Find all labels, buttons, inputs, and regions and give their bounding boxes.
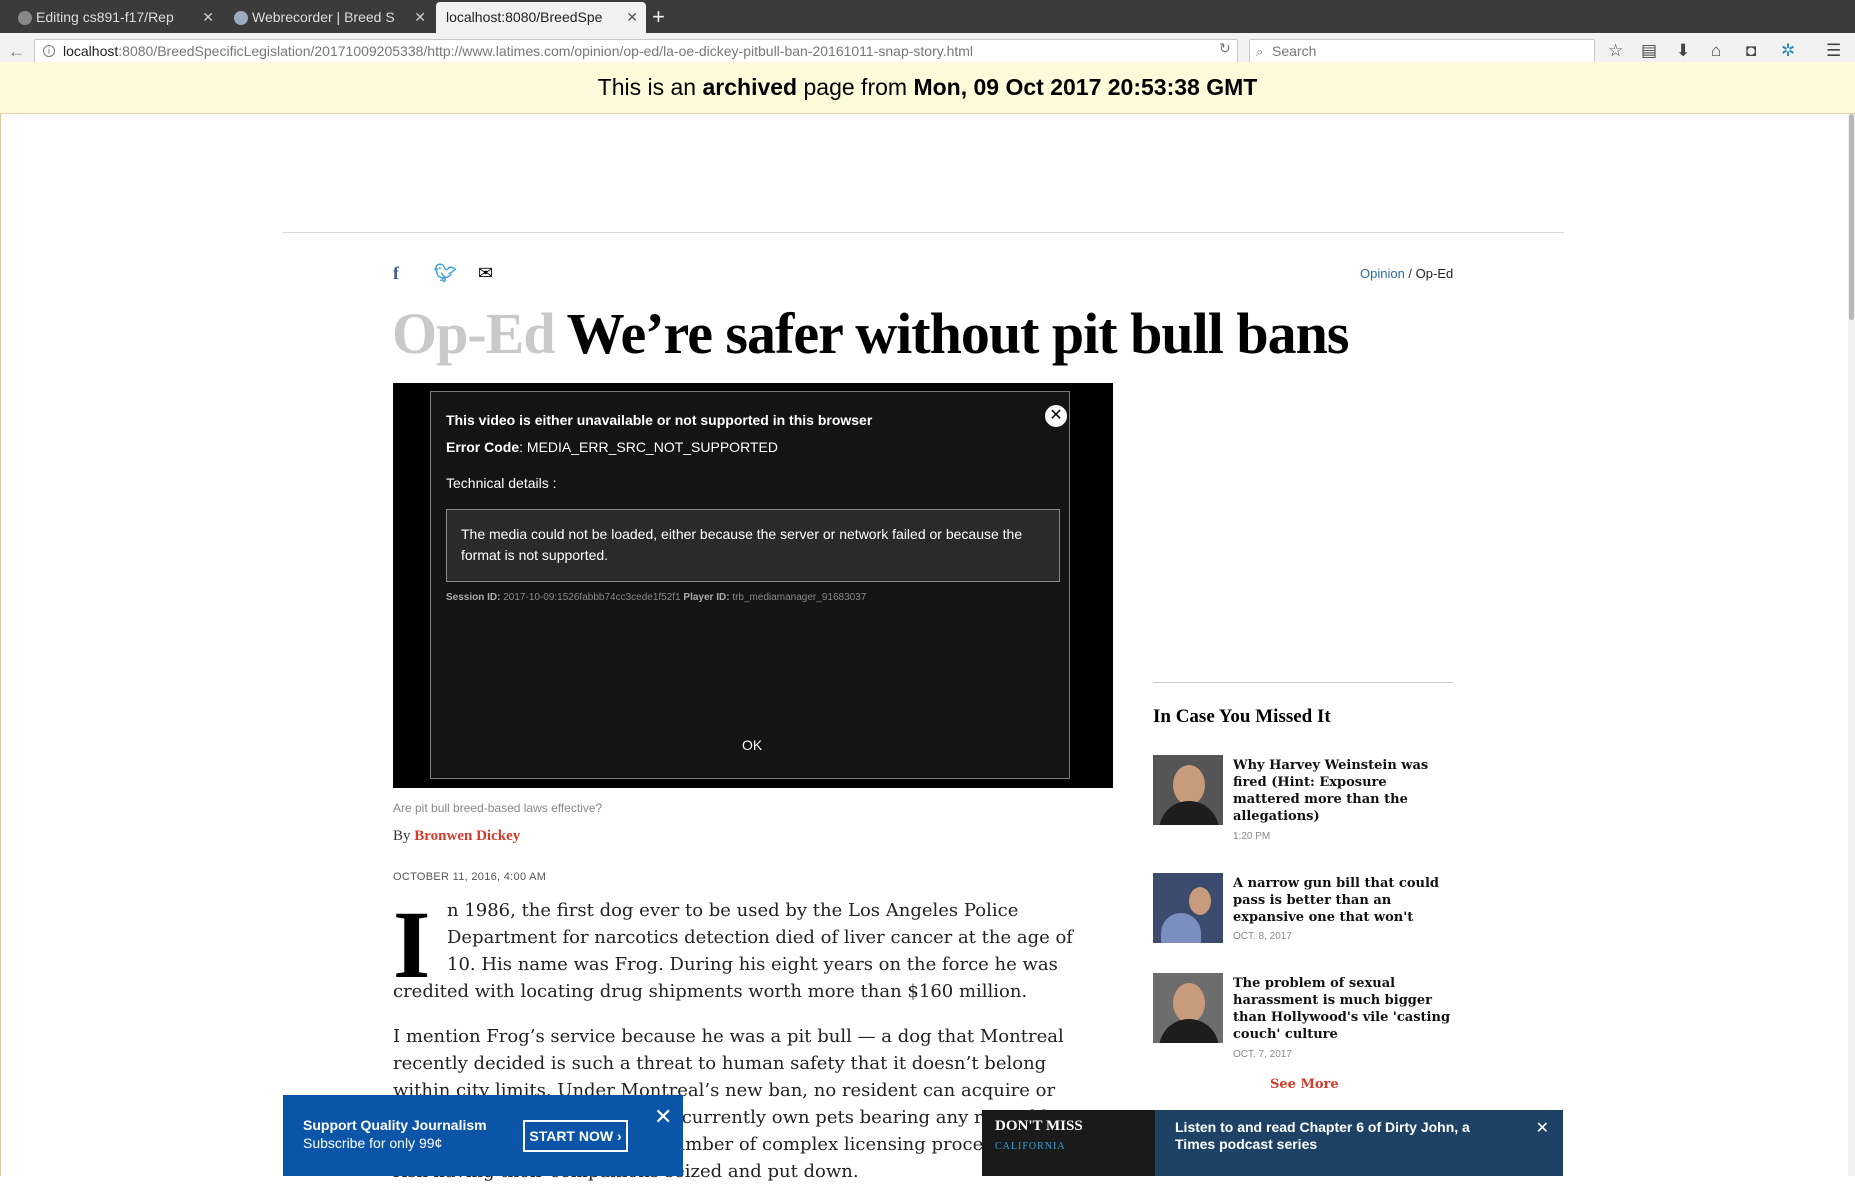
browser-tab-bar: Editing cs891-f17/Rep ✕ Webrecorder | Br… [0,0,1855,33]
story-title[interactable]: The problem of sexual harassment is much… [1233,975,1451,1043]
sidebar-divider [1153,682,1453,683]
close-tab-icon[interactable]: ✕ [202,2,214,33]
dont-miss-promo[interactable]: Listen to and read Chapter 6 of Dirty Jo… [1155,1110,1563,1176]
scrollbar-thumb[interactable] [1849,114,1854,320]
headline-text: We’re safer without pit bull bans [566,301,1350,366]
download-icon[interactable]: ⬇ [1676,41,1690,61]
chevron-right-icon [1135,1110,1155,1176]
video-player[interactable]: This video is either unavailable or not … [393,383,1113,788]
author-link[interactable]: Bronwen Dickey [414,828,520,844]
github-icon [18,11,32,25]
archive-banner: This is an archived page from Mon, 09 Oc… [0,62,1855,114]
menu-icon[interactable]: ☰ [1826,41,1841,61]
new-tab-button[interactable]: + [652,2,665,31]
search-icon: ⌕ [1256,44,1264,59]
tab-label: localhost:8080/BreedSpe [446,9,603,25]
video-error-dialog: This video is either unavailable or not … [430,391,1070,779]
byline-prefix: By [393,828,415,844]
subscribe-bar: Support Quality Journalism Subscribe for… [283,1095,683,1176]
error-code-label: Error Code [446,439,520,455]
banner-prefix: This is an [597,74,703,100]
close-icon[interactable]: ✕ [654,1104,672,1130]
support-headline: Support Quality Journalism [303,1117,487,1133]
back-arrow-icon[interactable]: ← [8,42,25,62]
extension-icon[interactable]: ✲ [1781,41,1795,61]
error-code-value: : MEDIA_ERR_SRC_NOT_SUPPORTED [519,439,778,455]
story-time: OCT. 8, 2017 [1233,931,1292,942]
video-caption: Are pit bull breed-based laws effective? [393,801,603,815]
email-icon[interactable]: ✉ [478,263,493,284]
close-icon[interactable]: ✕ [1045,405,1067,427]
bookmark-star-icon[interactable]: ☆ [1608,41,1623,61]
story-time: 1:20 PM [1233,831,1271,842]
url-host: localhost [63,43,119,59]
url-path: :8080/BreedSpecificLegislation/201710092… [118,43,974,59]
tab-webrecorder[interactable]: Webrecorder | Breed S ✕ [226,2,434,33]
search-placeholder: Search [1272,43,1317,59]
paragraph-1: n 1986, the first dog ever to be used by… [447,900,1073,975]
tab-label: Editing cs891-f17/Rep [36,9,174,25]
reading-list-icon[interactable]: ▤ [1641,41,1657,61]
breadcrumb-op-ed[interactable]: Op-Ed [1416,266,1454,281]
info-icon[interactable]: i [43,45,55,57]
tab-localhost[interactable]: localhost:8080/BreedSpe ✕ [436,2,646,33]
close-tab-icon[interactable]: ✕ [414,2,426,33]
player-label: Player ID: [683,592,730,603]
close-tab-icon[interactable]: ✕ [626,2,638,33]
start-now-button[interactable]: START NOW › [523,1120,628,1152]
dont-miss-category[interactable]: CALIFORNIA [995,1141,1135,1152]
error-details-box: The media could not be loaded, either be… [446,509,1060,582]
see-more-link[interactable]: See More [1270,1077,1339,1092]
story-time: OCT. 7, 2017 [1233,1049,1292,1060]
error-title: This video is either unavailable or not … [446,412,873,428]
headline-kicker: Op-Ed [392,301,556,366]
story-thumbnail[interactable] [1153,755,1223,825]
byline: By Bronwen Dickey [393,828,520,845]
story-thumbnail[interactable] [1153,873,1223,943]
close-icon[interactable]: ✕ [1536,1120,1549,1137]
ok-button[interactable]: OK [742,737,762,753]
support-subline: Subscribe for only 99¢ [303,1135,443,1151]
article-date: OCTOBER 11, 2016, 4:00 AM [393,871,547,883]
tab-label: Webrecorder | Breed S [252,9,395,25]
globe-icon [234,11,248,25]
breadcrumb: Opinion / Op-Ed [1360,266,1453,281]
story-thumbnail[interactable] [1153,973,1223,1043]
header-divider [283,232,1564,233]
home-icon[interactable]: ⌂ [1711,41,1721,61]
session-value: 2017-10-09:1526fabbb74cc3cede1f52f1 [500,592,684,603]
tab-editing[interactable]: Editing cs891-f17/Rep ✕ [10,2,222,33]
facebook-icon[interactable]: f [393,263,399,284]
paragraph-1-end: credited with locating drug shipments wo… [393,981,1028,1002]
technical-details-label: Technical details : [446,475,557,491]
breadcrumb-separator: / [1404,266,1416,281]
dont-miss-label: DON'T MISS CALIFORNIA [995,1118,1135,1176]
story-title[interactable]: A narrow gun bill that could pass is bet… [1233,875,1451,926]
sidebar-title: In Case You Missed It [1153,706,1331,727]
player-value: trb_mediamanager_91683037 [729,592,867,603]
breadcrumb-opinion[interactable]: Opinion [1360,266,1405,281]
page-title: Op-Ed We’re safer without pit bull bans [392,300,1350,368]
session-info: Session ID: 2017-10-09:1526fabbb74cc3ced… [446,592,866,603]
dont-miss-title: DON'T MISS [995,1118,1083,1134]
story-title[interactable]: Why Harvey Weinstein was fired (Hint: Ex… [1233,757,1451,825]
banner-emph: archived [702,74,798,100]
address-bar[interactable]: i localhost:8080/BreedSpecificLegislatio… [34,39,1238,64]
search-input[interactable]: ⌕ Search [1249,39,1595,64]
twitter-icon[interactable]: 🐦︎ [434,263,457,284]
banner-mid: page from [797,74,914,100]
error-code: Error Code: MEDIA_ERR_SRC_NOT_SUPPORTED [446,439,778,455]
dont-miss-text[interactable]: Listen to and read Chapter 6 of Dirty Jo… [1175,1119,1470,1152]
dont-miss-bar: DON'T MISS CALIFORNIA Listen to and read… [982,1110,1563,1176]
pocket-icon[interactable]: ◘ [1746,41,1756,61]
banner-date: Mon, 09 Oct 2017 20:53:38 GMT [913,74,1258,100]
reload-icon[interactable]: ↻ [1219,40,1231,57]
session-label: Session ID: [446,592,501,603]
